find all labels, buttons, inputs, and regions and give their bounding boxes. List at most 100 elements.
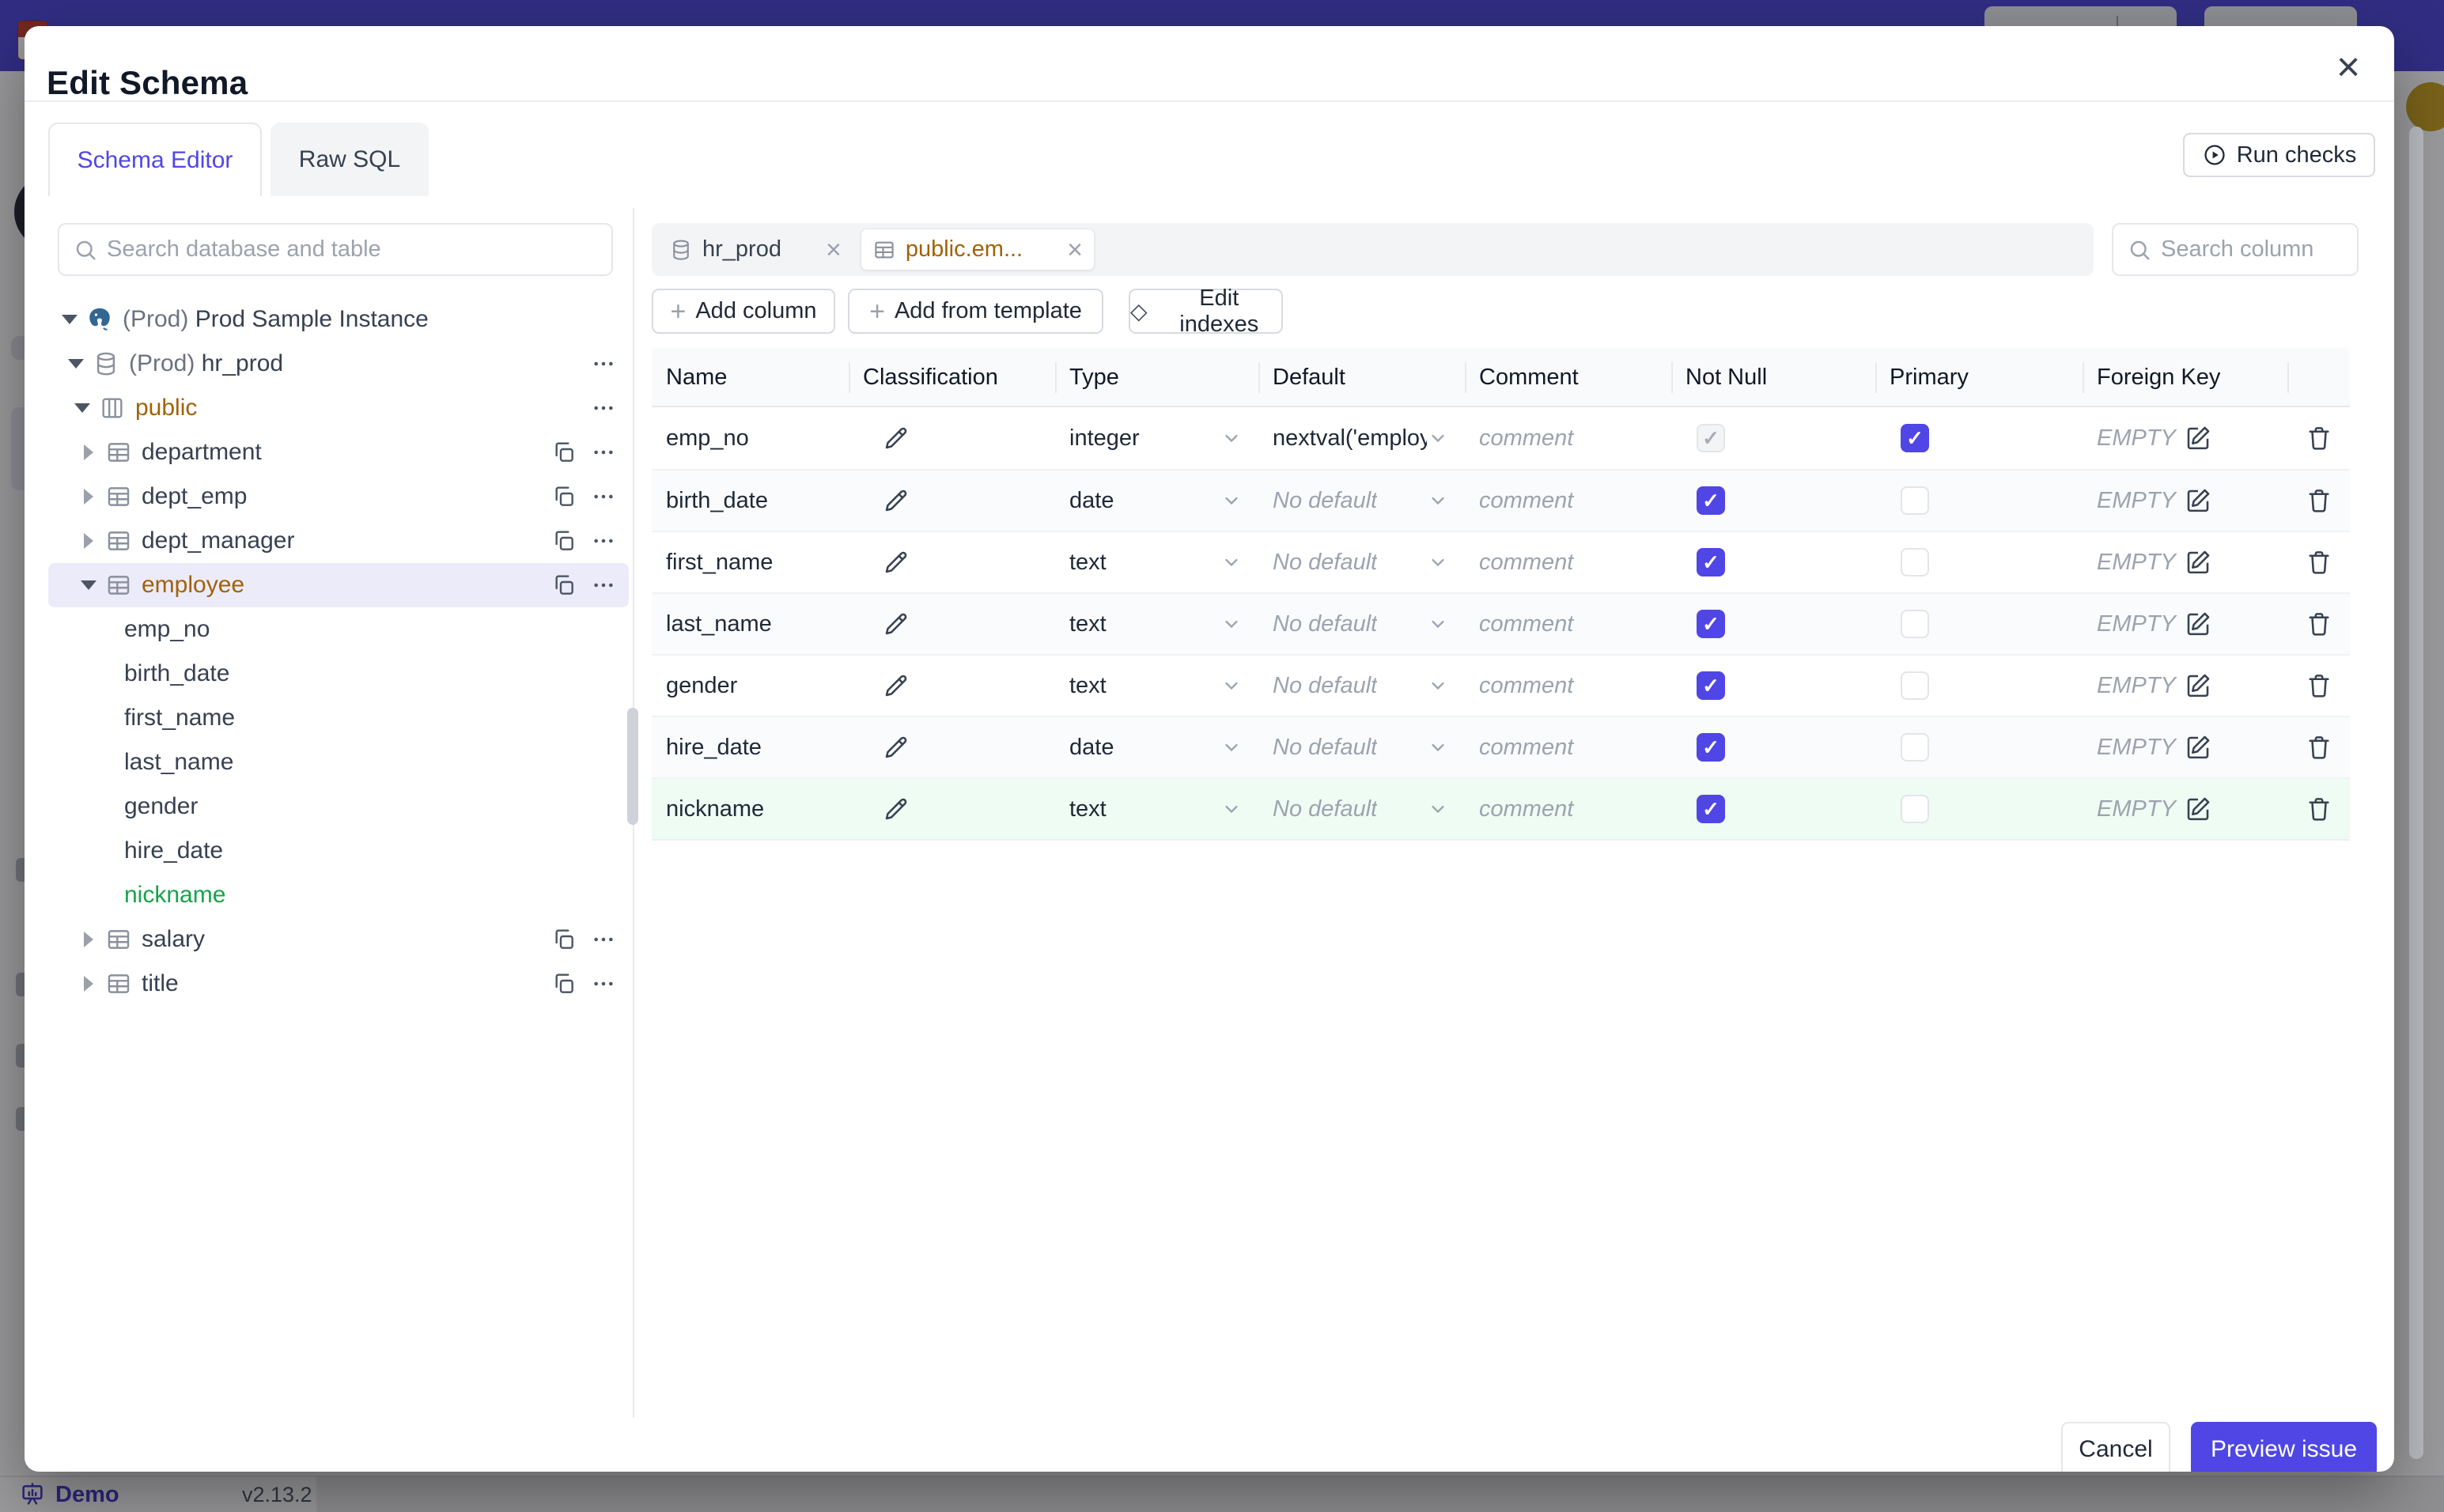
tree-item-hire-date[interactable]: hire_date [48,829,629,873]
tree-item-birth-date[interactable]: birth_date [48,652,629,696]
comment-input[interactable]: comment [1465,488,1671,514]
tree-item-hr-prod[interactable]: (Prod) hr_prod [48,342,629,386]
type-select[interactable]: text [1055,550,1258,576]
tree-item-gender[interactable]: gender [48,784,629,829]
tree-item-dept-emp[interactable]: dept_emp [48,474,629,519]
column-search-input[interactable] [2161,236,2357,263]
tree-item-title[interactable]: title [48,962,629,1006]
column-name-field[interactable]: nickname [652,796,849,822]
not-null-checkbox[interactable]: ✓ [1697,548,1725,576]
caret-collapsed-icon[interactable] [78,932,99,947]
primary-checkbox[interactable] [1901,795,1929,823]
trash-icon[interactable] [2305,671,2333,700]
copy-icon[interactable] [551,528,577,554]
caret-expanded-icon[interactable] [78,580,99,590]
comment-input[interactable]: comment [1465,735,1671,761]
foreign-key-edit-icon[interactable] [2184,548,2212,576]
edit-indexes-button[interactable]: ◇ Edit indexes [1129,285,1283,337]
classification-pencil-icon[interactable] [882,733,910,762]
tree-item-prod-sample-instance[interactable]: (Prod) Prod Sample Instance [48,297,629,342]
default-select[interactable]: No default [1258,611,1465,637]
tab-schema-editor[interactable]: Schema Editor [48,123,262,196]
tree-scrollbar[interactable] [627,708,638,825]
classification-pencil-icon[interactable] [882,424,910,452]
classification-pencil-icon[interactable] [882,548,910,576]
trash-icon[interactable] [2305,795,2333,823]
type-select[interactable]: text [1055,673,1258,699]
run-checks-button[interactable]: Run checks [2183,133,2375,177]
close-icon[interactable]: × [2323,42,2374,93]
column-name-field[interactable]: birth_date [652,488,849,514]
more-menu-icon[interactable] [591,351,616,376]
caret-collapsed-icon[interactable] [78,444,99,460]
preview-issue-button[interactable]: Preview issue [2191,1422,2377,1472]
caret-collapsed-icon[interactable] [78,533,99,549]
comment-input[interactable]: comment [1465,550,1671,576]
copy-icon[interactable] [551,573,577,598]
foreign-key-edit-icon[interactable] [2184,733,2212,762]
comment-input[interactable]: comment [1465,425,1671,452]
foreign-key-edit-icon[interactable] [2184,610,2212,638]
tree-item-nickname[interactable]: nickname [48,873,629,917]
tab-raw-sql[interactable]: Raw SQL [271,123,429,196]
caret-expanded-icon[interactable] [66,359,86,369]
column-name-field[interactable]: emp_no [652,425,849,452]
primary-checkbox[interactable]: ✓ [1901,424,1929,452]
chip-database-hr-prod[interactable]: hr_prod × [658,229,853,270]
tree-item-first-name[interactable]: first_name [48,696,629,740]
column-name-field[interactable]: hire_date [652,735,849,761]
primary-checkbox[interactable] [1901,486,1929,515]
more-menu-icon[interactable] [591,927,616,952]
add-column-button[interactable]: + Add column [652,289,835,334]
foreign-key-edit-icon[interactable] [2184,486,2212,515]
primary-checkbox[interactable] [1901,610,1929,638]
classification-pencil-icon[interactable] [882,795,910,823]
close-icon[interactable]: × [826,236,842,263]
tree-item-salary[interactable]: salary [48,917,629,962]
default-select[interactable]: No default [1258,488,1465,514]
chip-table-public-employee[interactable]: public.em... × [860,229,1095,270]
not-null-checkbox[interactable]: ✓ [1697,671,1725,700]
more-menu-icon[interactable] [591,528,616,554]
foreign-key-edit-icon[interactable] [2184,795,2212,823]
tree-item-public[interactable]: public [48,386,629,430]
more-menu-icon[interactable] [591,440,616,465]
trash-icon[interactable] [2305,610,2333,638]
not-null-checkbox[interactable]: ✓ [1697,486,1725,515]
primary-checkbox[interactable] [1901,548,1929,576]
add-from-template-button[interactable]: + Add from template [848,289,1103,334]
classification-pencil-icon[interactable] [882,671,910,700]
column-name-field[interactable]: last_name [652,611,849,637]
trash-icon[interactable] [2305,424,2333,452]
primary-checkbox[interactable] [1901,671,1929,700]
default-select[interactable]: No default [1258,673,1465,699]
foreign-key-edit-icon[interactable] [2184,424,2212,452]
tree-item-emp-no[interactable]: emp_no [48,607,629,652]
trash-icon[interactable] [2305,486,2333,515]
cancel-button[interactable]: Cancel [2061,1422,2170,1472]
classification-pencil-icon[interactable] [882,610,910,638]
type-select[interactable]: date [1055,488,1258,514]
default-select[interactable]: No default [1258,735,1465,761]
copy-icon[interactable] [551,484,577,509]
default-select[interactable]: No default [1258,796,1465,822]
copy-icon[interactable] [551,971,577,996]
copy-icon[interactable] [551,440,577,465]
foreign-key-edit-icon[interactable] [2184,671,2212,700]
column-name-field[interactable]: first_name [652,550,849,576]
tree-item-department[interactable]: department [48,430,629,474]
default-select[interactable]: nextval('employ [1258,425,1465,452]
caret-expanded-icon[interactable] [72,403,93,413]
more-menu-icon[interactable] [591,971,616,996]
caret-collapsed-icon[interactable] [78,976,99,992]
caret-expanded-icon[interactable] [59,315,80,324]
type-select[interactable]: text [1055,611,1258,637]
comment-input[interactable]: comment [1465,611,1671,637]
trash-icon[interactable] [2305,548,2333,576]
not-null-checkbox[interactable]: ✓ [1697,795,1725,823]
default-select[interactable]: No default [1258,550,1465,576]
classification-pencil-icon[interactable] [882,486,910,515]
close-icon[interactable]: × [1067,236,1083,263]
primary-checkbox[interactable] [1901,733,1929,762]
database-search-input[interactable] [107,236,611,263]
